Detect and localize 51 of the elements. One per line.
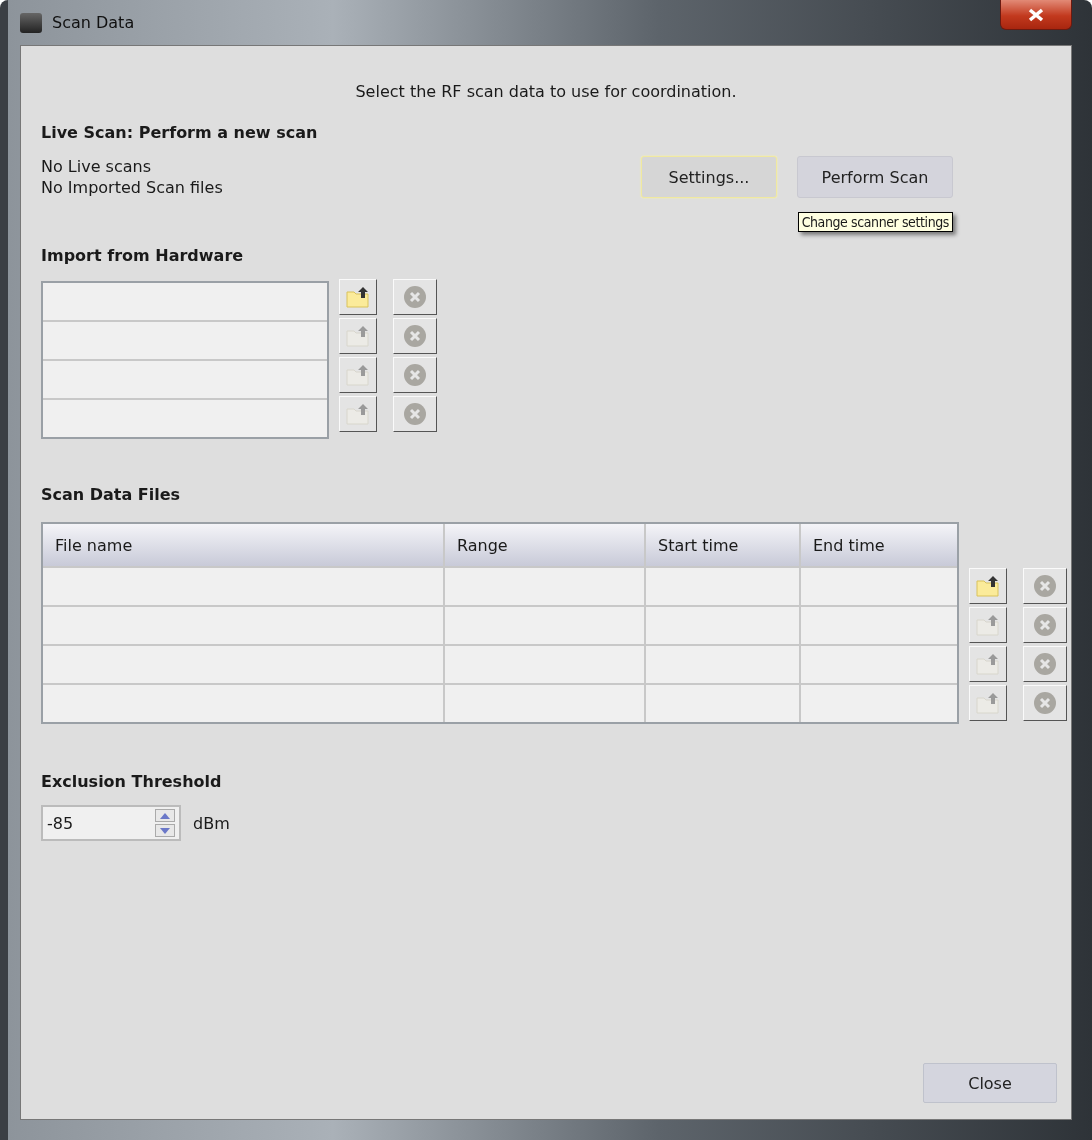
remove-button[interactable] bbox=[1023, 607, 1067, 643]
folder-upload-icon bbox=[346, 364, 370, 386]
remove-button[interactable] bbox=[393, 279, 437, 315]
section-heading: Exclusion Threshold bbox=[41, 772, 223, 791]
perform-scan-button[interactable]: Perform Scan bbox=[797, 156, 953, 198]
folder-upload-icon bbox=[346, 403, 370, 425]
app-icon bbox=[20, 12, 42, 33]
close-window-button[interactable] bbox=[1000, 0, 1072, 30]
import-button[interactable] bbox=[969, 568, 1007, 604]
down-icon bbox=[160, 827, 170, 834]
remove-icon bbox=[403, 285, 427, 309]
remove-icon bbox=[403, 402, 427, 426]
column-header[interactable]: Start time bbox=[646, 524, 799, 566]
remove-icon bbox=[1033, 691, 1057, 715]
column-header[interactable]: File name bbox=[43, 524, 443, 566]
remove-button[interactable] bbox=[393, 318, 437, 354]
remove-icon bbox=[1033, 613, 1057, 637]
remove-icon bbox=[1033, 652, 1057, 676]
status-text: No Imported Scan files bbox=[41, 178, 223, 197]
status-text: No Live scans bbox=[41, 157, 152, 176]
folder-upload-icon bbox=[976, 692, 1000, 714]
close-icon bbox=[1027, 7, 1045, 22]
close-button[interactable]: Close bbox=[923, 1063, 1057, 1103]
window-title: Scan Data bbox=[52, 13, 135, 32]
remove-button[interactable] bbox=[393, 357, 437, 393]
remove-button[interactable] bbox=[393, 396, 437, 432]
decrement-button[interactable] bbox=[155, 824, 175, 837]
folder-upload-icon bbox=[976, 614, 1000, 636]
remove-button[interactable] bbox=[1023, 646, 1067, 682]
remove-icon bbox=[403, 363, 427, 387]
instruction-text: Select the RF scan data to use for coordination. bbox=[354, 82, 738, 101]
tooltip: Change scanner settings bbox=[797, 212, 953, 232]
section-heading: Live Scan: Perform a new scan bbox=[41, 123, 319, 142]
settings-button[interactable]: Settings... bbox=[641, 156, 777, 198]
up-icon bbox=[160, 812, 170, 819]
remove-button[interactable] bbox=[1023, 685, 1067, 721]
folder-upload-icon bbox=[346, 286, 370, 308]
column-header[interactable]: End time bbox=[801, 524, 957, 566]
folder-upload-icon bbox=[346, 325, 370, 347]
increment-button[interactable] bbox=[155, 809, 175, 822]
remove-icon bbox=[403, 324, 427, 348]
section-heading: Import from Hardware bbox=[41, 246, 245, 265]
remove-button[interactable] bbox=[1023, 568, 1067, 604]
import-button[interactable] bbox=[339, 279, 377, 315]
remove-icon bbox=[1033, 574, 1057, 598]
section-heading: Scan Data Files bbox=[41, 485, 182, 504]
threshold-spinner[interactable]: -85 bbox=[41, 805, 181, 841]
column-header[interactable]: Range bbox=[445, 524, 644, 566]
unit-label: dBm bbox=[193, 813, 230, 833]
folder-upload-icon bbox=[976, 575, 1000, 597]
folder-upload-icon bbox=[976, 653, 1000, 675]
